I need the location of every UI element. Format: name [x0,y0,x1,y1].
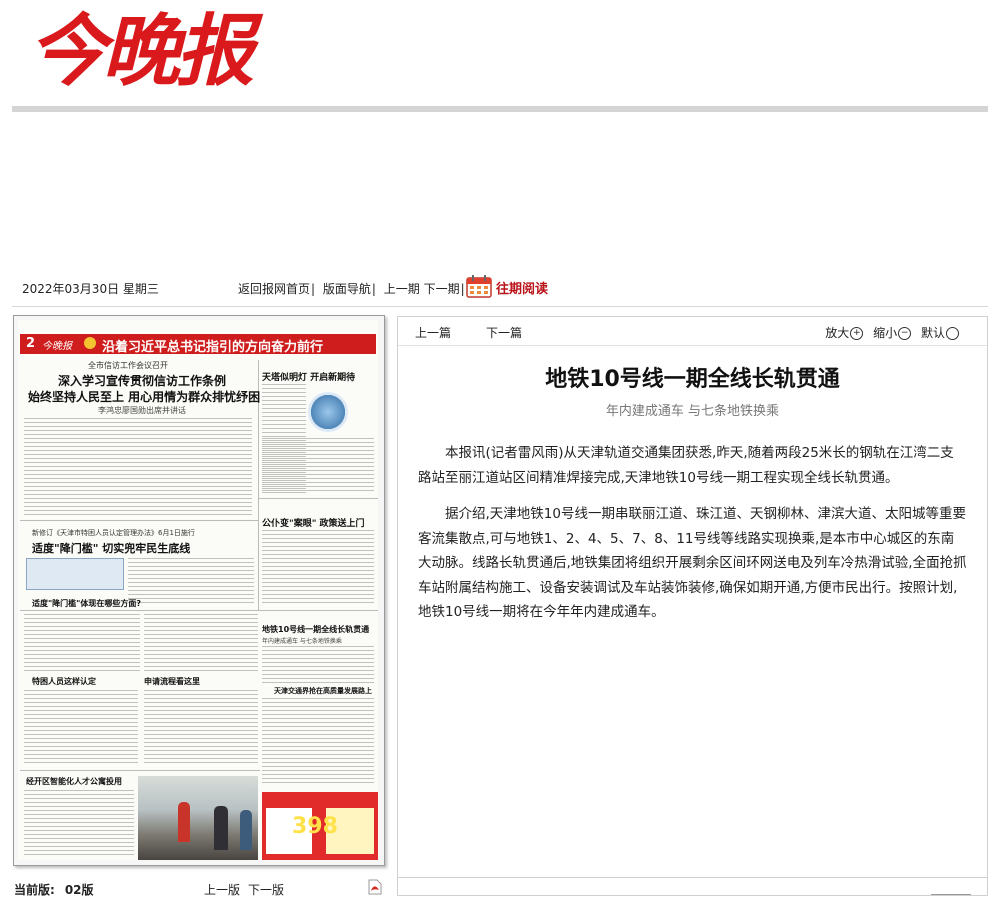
circle-icon [946,327,959,340]
current-page-label: 当前版: [14,883,55,897]
page-header-band: 2 今晚报 沿着习近平总书记指引的方向奋力前行 [20,334,376,355]
article-subtitle: 年内建成通车 与七条地铁换乘 [605,404,780,419]
party-emblem-icon [84,337,96,349]
article-paragraph: 据介绍,天津地铁10号线一期串联丽江道、珠江道、天钢柳林、津滨大道、太阳城等重要… [418,506,967,620]
mini-logo: 今晚报 [42,341,72,352]
top-divider [12,106,988,112]
mid-headline: 适度"降门槛" 切实兜牢民生底线 [32,542,191,555]
person-figure [214,806,228,850]
lead-subheadline: 李鸿忠廖国勋出席并讲话 [98,406,186,415]
article-body: 本报讯(记者雷风雨)从天津轨道交通集团获悉,昨天,随着两段25米长的钢轨在江湾二… [418,441,967,637]
person-figure [178,802,190,842]
article-footer-rule [931,894,971,895]
text-column [262,438,374,494]
page-number: 2 [26,336,36,351]
paper-page: 2 今晚报 沿着习近平总书记指引的方向奋力前行 全市信访工作会议召开 深入学习宣… [18,320,378,860]
next-article-link[interactable]: 下一篇 [486,324,522,341]
text-column [24,790,134,856]
question-headline: 适度"降门槛"体现在哪些方面? [32,599,141,608]
page-nav-link[interactable]: 版面导航 [323,282,371,296]
pdf-icon[interactable] [368,879,382,895]
current-page-value: 02版 [64,883,94,897]
default-size-button[interactable]: 默认 [921,326,959,340]
highlight-box [26,558,124,590]
right-mid-headline: 公仆变"案眼" 政策送上门 [262,519,365,529]
text-column [24,418,252,516]
page-navigation: 上一版 下一版 [204,881,292,898]
date-nav-bar: 2022年03月30日 星期三 返回报网首页| 版面导航| 上一期 下一期| 往… [12,270,988,307]
text-column [24,690,138,766]
default-label: 默认 [920,326,945,340]
flow-headline: 申请流程看这里 [144,677,200,686]
next-page-link[interactable]: 下一版 [248,883,284,897]
row-rule [20,520,258,521]
zoom-out-button[interactable]: 缩小 − [873,326,912,340]
metro-headline: 地铁10号线一期全线长轨贯通 [262,625,370,634]
text-column [144,690,258,766]
masthead-logo: 今晚报 [28,4,298,104]
text-column [24,614,140,672]
article-paragraph: 本报讯(记者雷风雨)从天津轨道交通集团获悉,昨天,随着两段25米长的钢轨在江湾二… [418,445,954,486]
traffic-headline: 天津交通界抢在高质量发展路上 [274,687,372,695]
text-column [262,698,374,786]
tower-photo [308,392,348,432]
home-link[interactable]: 返回报网首页 [238,282,310,296]
prev-issue-link[interactable]: 上一期 [384,282,420,296]
logo-text: 今晚报 [28,6,254,97]
current-page-info: 当前版: 02版 [14,881,94,898]
plus-circle-icon: + [850,327,864,340]
section-title: 沿着习近平总书记指引的方向奋力前行 [102,340,324,355]
zoom-in-label: 放大 [825,326,850,340]
article-panel: 上一篇 下一篇 放大 + 缩小 − 默认 地铁10号线一期全线长轨贯通 年内建成通车… [397,316,988,896]
font-size-controls: 放大 + 缩小 − 默认 [819,324,959,341]
text-column [262,530,374,606]
text-column [262,646,374,684]
article-title: 地铁10号线一期全线长轨贯通 [545,367,840,392]
kicker-2: 新修订《天津市特困人员认定管理办法》6月1日施行 [32,529,195,537]
person-figure [240,810,252,850]
zoom-out-label: 缩小 [873,326,898,340]
separator: | [460,282,465,296]
bottom-headline: 经开区智能化人才公寓投用 [26,777,122,786]
apartment-photo [138,776,258,860]
lead-headline-1: 深入学习宣传贯彻信访工作条例 [58,374,227,388]
article-toolbar: 上一篇 下一篇 放大 + 缩小 − 默认 [398,317,987,346]
prev-article-link[interactable]: 上一篇 [415,324,451,341]
calendar-icon[interactable] [466,274,492,298]
kicker-text: 全市信访工作会议召开 [88,361,168,370]
lottery-advertisement: 398 [262,792,378,860]
separator: | [311,282,316,296]
text-column [144,614,258,672]
zoom-in-button[interactable]: 放大 + [825,326,864,340]
prev-page-link[interactable]: 上一版 [204,883,240,897]
top-nav: 返回报网首页| 版面导航| 上一期 下一期| [238,280,469,297]
who-headline: 特困人员这样认定 [32,677,96,686]
row-rule [258,498,378,499]
separator: | [371,282,376,296]
article-bottom-rule [398,877,987,878]
text-column [128,558,254,606]
newspaper-page-image[interactable]: 2 今晚报 沿着习近平总书记指引的方向奋力前行 全市信访工作会议召开 深入学习宣… [13,315,385,866]
next-issue-link[interactable]: 下一期 [424,282,460,296]
issue-date: 2022年03月30日 星期三 [22,282,159,296]
ad-number: 398 [292,814,338,839]
row-rule [20,770,260,771]
row-rule [20,610,378,611]
right-headline: 天塔似明灯 开启新期待 [262,373,356,383]
metro-subheadline: 年内建成通车 与七条地铁换乘 [262,638,342,645]
minus-circle-icon: − [898,327,912,340]
archive-link[interactable]: 往期阅读 [496,278,548,297]
lead-headline-2: 始终坚持人民至上 用心用情为群众排忧纾困 [28,390,261,404]
